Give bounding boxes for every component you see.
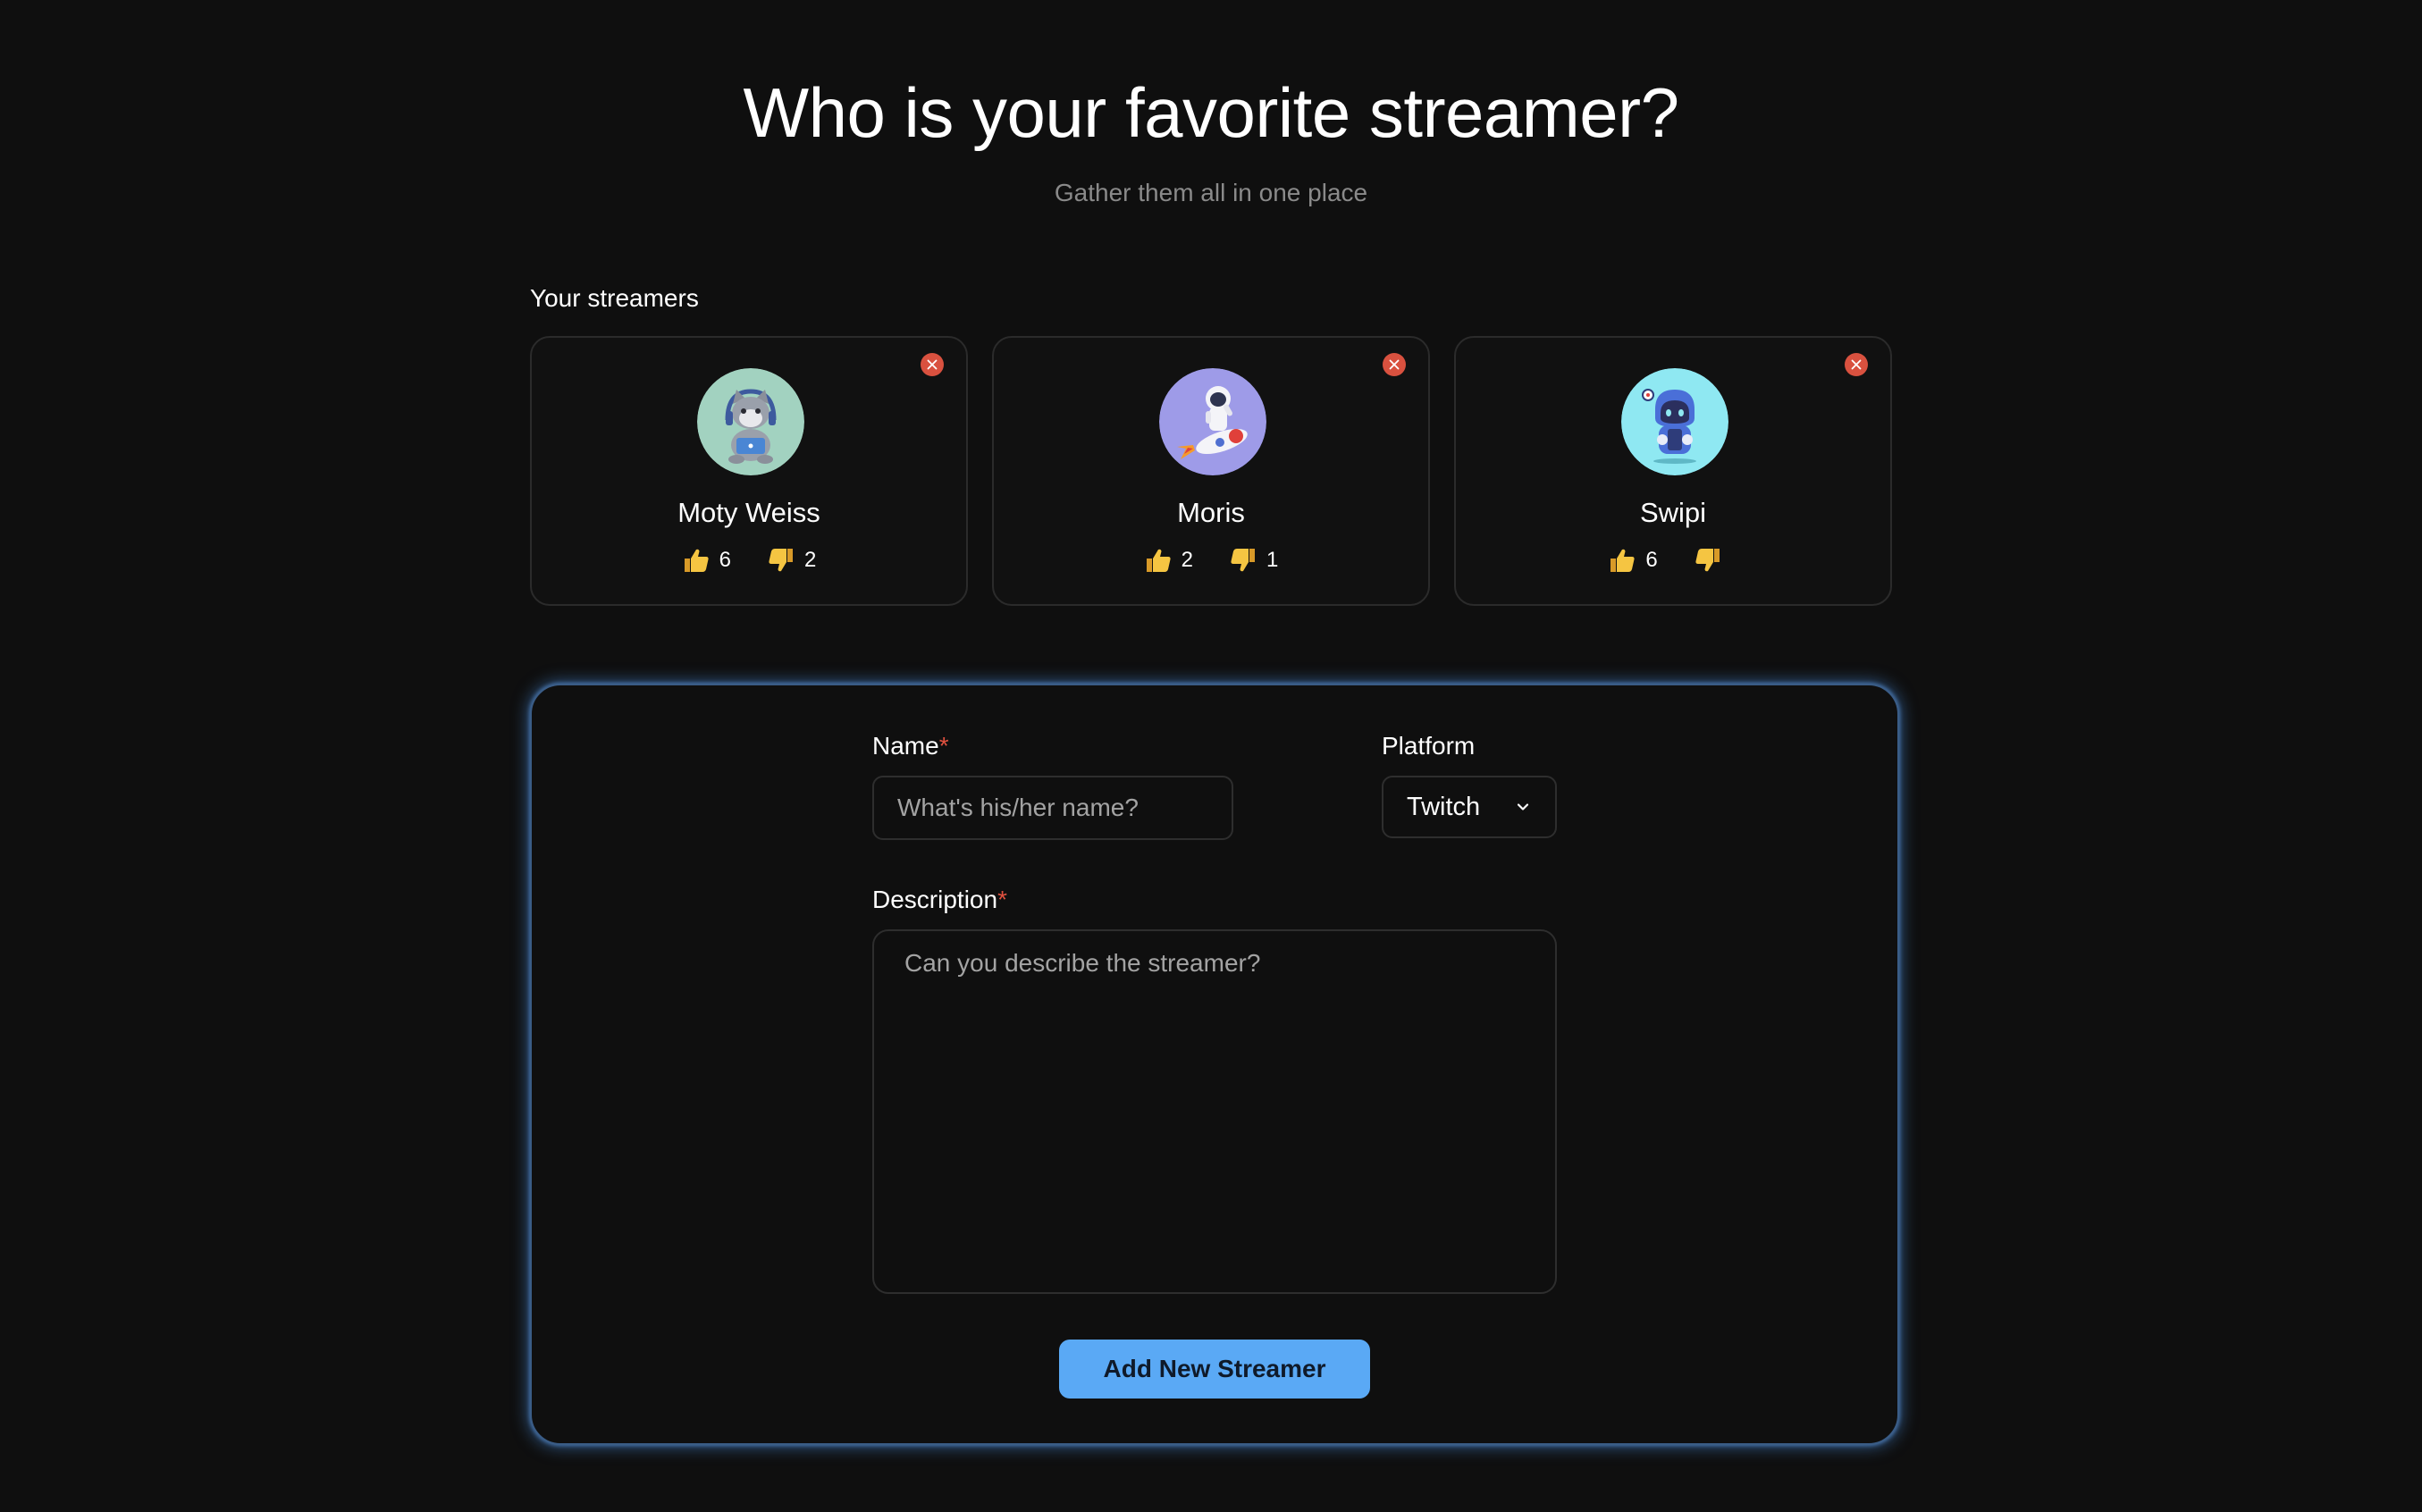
streamer-avatar [697, 368, 804, 475]
streamer-cards: Moty Weiss 6 2 Moris 2 1 Swipi 6 [530, 336, 1897, 606]
vote-controls: 6 2 [532, 546, 966, 575]
streamer-card: Swipi 6 [1454, 336, 1892, 606]
upvote-button[interactable]: 6 [682, 546, 731, 575]
downvote-button[interactable] [1694, 546, 1738, 575]
upvote-count: 6 [1645, 548, 1658, 572]
upvote-count: 6 [719, 548, 731, 572]
chevron-down-icon [1517, 803, 1529, 811]
name-required-mark: * [938, 732, 949, 760]
thumbs-up-icon [1610, 549, 1635, 572]
robot-with-phone-icon [1621, 368, 1728, 475]
add-new-streamer-button[interactable]: Add New Streamer [1059, 1340, 1370, 1399]
downvote-button[interactable]: 1 [1229, 546, 1278, 575]
platform-selected-value: Twitch [1407, 792, 1481, 821]
description-field-label: Description* [872, 884, 1007, 916]
thumbs-down-icon [769, 549, 793, 572]
add-streamer-form: Name* Platform Twitch Description* Add N… [530, 684, 1899, 1445]
vote-controls: 2 1 [994, 546, 1428, 575]
streamer-avatar [1159, 368, 1266, 475]
platform-select[interactable]: Twitch [1382, 776, 1557, 838]
remove-streamer-button[interactable] [1383, 353, 1406, 376]
remove-streamer-button[interactable] [921, 353, 944, 376]
platform-field-label: Platform [1382, 732, 1476, 760]
vote-controls: 6 [1456, 546, 1890, 575]
page-subtitle: Gather them all in one place [1054, 179, 1368, 206]
streamer-name: Moty Weiss [677, 497, 820, 528]
thumbs-down-icon [1695, 549, 1720, 572]
upvote-count: 2 [1181, 548, 1193, 572]
astronaut-on-rocket-icon [1159, 368, 1266, 475]
description-textarea[interactable] [872, 929, 1557, 1294]
name-input[interactable] [872, 776, 1233, 840]
close-icon [1389, 359, 1400, 370]
close-icon [1851, 359, 1862, 370]
remove-streamer-button[interactable] [1845, 353, 1868, 376]
thumbs-up-icon [684, 549, 709, 572]
name-label-text: Name [872, 732, 939, 760]
downvote-button[interactable]: 2 [767, 546, 816, 575]
close-icon [927, 359, 938, 370]
streamer-name: Swipi [1639, 497, 1707, 528]
streamers-section-label: Your streamers [530, 284, 699, 312]
description-required-mark: * [997, 886, 1007, 913]
cat-with-headphones-icon [697, 368, 804, 475]
upvote-button[interactable]: 2 [1144, 546, 1193, 575]
page-title: Who is your favorite streamer? [743, 73, 1679, 152]
streamer-card: Moris 2 1 [992, 336, 1430, 606]
downvote-count: 2 [804, 548, 817, 572]
description-label-text: Description [872, 886, 998, 913]
streamer-card: Moty Weiss 6 2 [530, 336, 968, 606]
streamer-avatar [1621, 368, 1728, 475]
downvote-count: 1 [1266, 548, 1279, 572]
streamer-name: Moris [1177, 497, 1245, 528]
name-field-label: Name* [872, 730, 949, 762]
upvote-button[interactable]: 6 [1608, 546, 1658, 575]
thumbs-up-icon [1146, 549, 1171, 572]
thumbs-down-icon [1231, 549, 1255, 572]
